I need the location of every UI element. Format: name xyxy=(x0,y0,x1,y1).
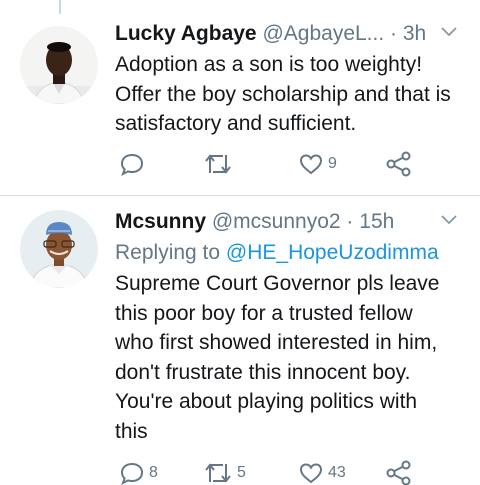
like-button[interactable]: 43 xyxy=(298,459,346,485)
like-count: 9 xyxy=(328,155,337,172)
tweet[interactable]: Mcsunny @mcsunnyo2 · 15h Replying to @HE… xyxy=(0,197,480,485)
separator-dot: · xyxy=(346,210,354,233)
tweet-text-line: don't frustrate this innocent boy. xyxy=(115,360,411,384)
tweet-text: Adoption as a son is too weighty! Offer … xyxy=(115,50,470,139)
share-button[interactable] xyxy=(385,150,413,178)
heart-icon xyxy=(299,463,323,484)
reply-count: 8 xyxy=(149,464,158,481)
reply-icon xyxy=(120,153,144,177)
retweet-button[interactable] xyxy=(203,150,237,178)
mention-link[interactable]: @HE_HopeUzodimma xyxy=(226,241,439,264)
display-name[interactable]: Lucky Agbaye xyxy=(115,22,257,45)
tweet-feed: Lucky Agbaye @AgbayeL... · 3h Adoption a… xyxy=(0,0,480,485)
reply-button[interactable] xyxy=(119,150,149,178)
tweet-divider xyxy=(0,195,480,196)
tweet-text-line: satisfactory and sufficient. xyxy=(115,112,357,135)
timestamp[interactable]: 15h xyxy=(359,210,394,233)
tweet-text: Supreme Court Governor pls leave this po… xyxy=(115,269,470,446)
reply-icon xyxy=(120,462,144,485)
display-name[interactable]: Mcsunny xyxy=(115,210,206,233)
chevron-down-icon[interactable] xyxy=(440,214,458,226)
thread-line xyxy=(59,0,61,14)
tweet-text-line: this poor boy for a trusted fellow xyxy=(115,301,413,325)
avatar[interactable] xyxy=(20,26,98,104)
share-icon xyxy=(386,151,411,177)
tweet-actions: 9 xyxy=(115,150,435,178)
user-handle[interactable]: @AgbayeL... xyxy=(262,22,384,45)
replying-to: Replying to @HE_HopeUzodimma xyxy=(115,239,439,267)
like-button[interactable]: 9 xyxy=(298,150,337,178)
tweet-text-line: who first showed interested in him, xyxy=(115,331,438,354)
replying-to-label: Replying to xyxy=(115,241,221,264)
tweet-header: Lucky Agbaye @AgbayeL... · 3h xyxy=(115,20,480,48)
retweet-icon xyxy=(205,463,231,483)
tweet-text-line: Supreme Court Governor pls leave xyxy=(115,272,440,295)
reply-button[interactable]: 8 xyxy=(119,459,158,485)
share-icon xyxy=(386,460,411,485)
chevron-down-icon[interactable] xyxy=(440,26,458,38)
tweet[interactable]: Lucky Agbaye @AgbayeL... · 3h Adoption a… xyxy=(0,0,480,196)
tweet-actions: 8 5 43 xyxy=(115,459,435,485)
avatar[interactable] xyxy=(20,210,98,288)
retweet-icon xyxy=(205,154,231,174)
tweet-text-line: this xyxy=(115,419,148,443)
retweet-button[interactable]: 5 xyxy=(203,459,246,485)
tweet-header: Mcsunny @mcsunnyo2 · 15h xyxy=(115,208,480,236)
tweet-text-line: Adoption as a son is too weighty! xyxy=(115,53,423,76)
like-count: 43 xyxy=(328,464,346,481)
timestamp[interactable]: 3h xyxy=(403,22,426,45)
retweet-count: 5 xyxy=(237,464,246,481)
user-handle[interactable]: @mcsunnyo2 xyxy=(212,210,341,233)
tweet-text-line: You're about playing politics with xyxy=(115,390,418,413)
tweet-text-line: Offer the boy scholarship and that is xyxy=(115,82,451,106)
heart-icon xyxy=(299,154,323,175)
separator-dot: · xyxy=(390,22,398,45)
share-button[interactable] xyxy=(385,459,413,485)
